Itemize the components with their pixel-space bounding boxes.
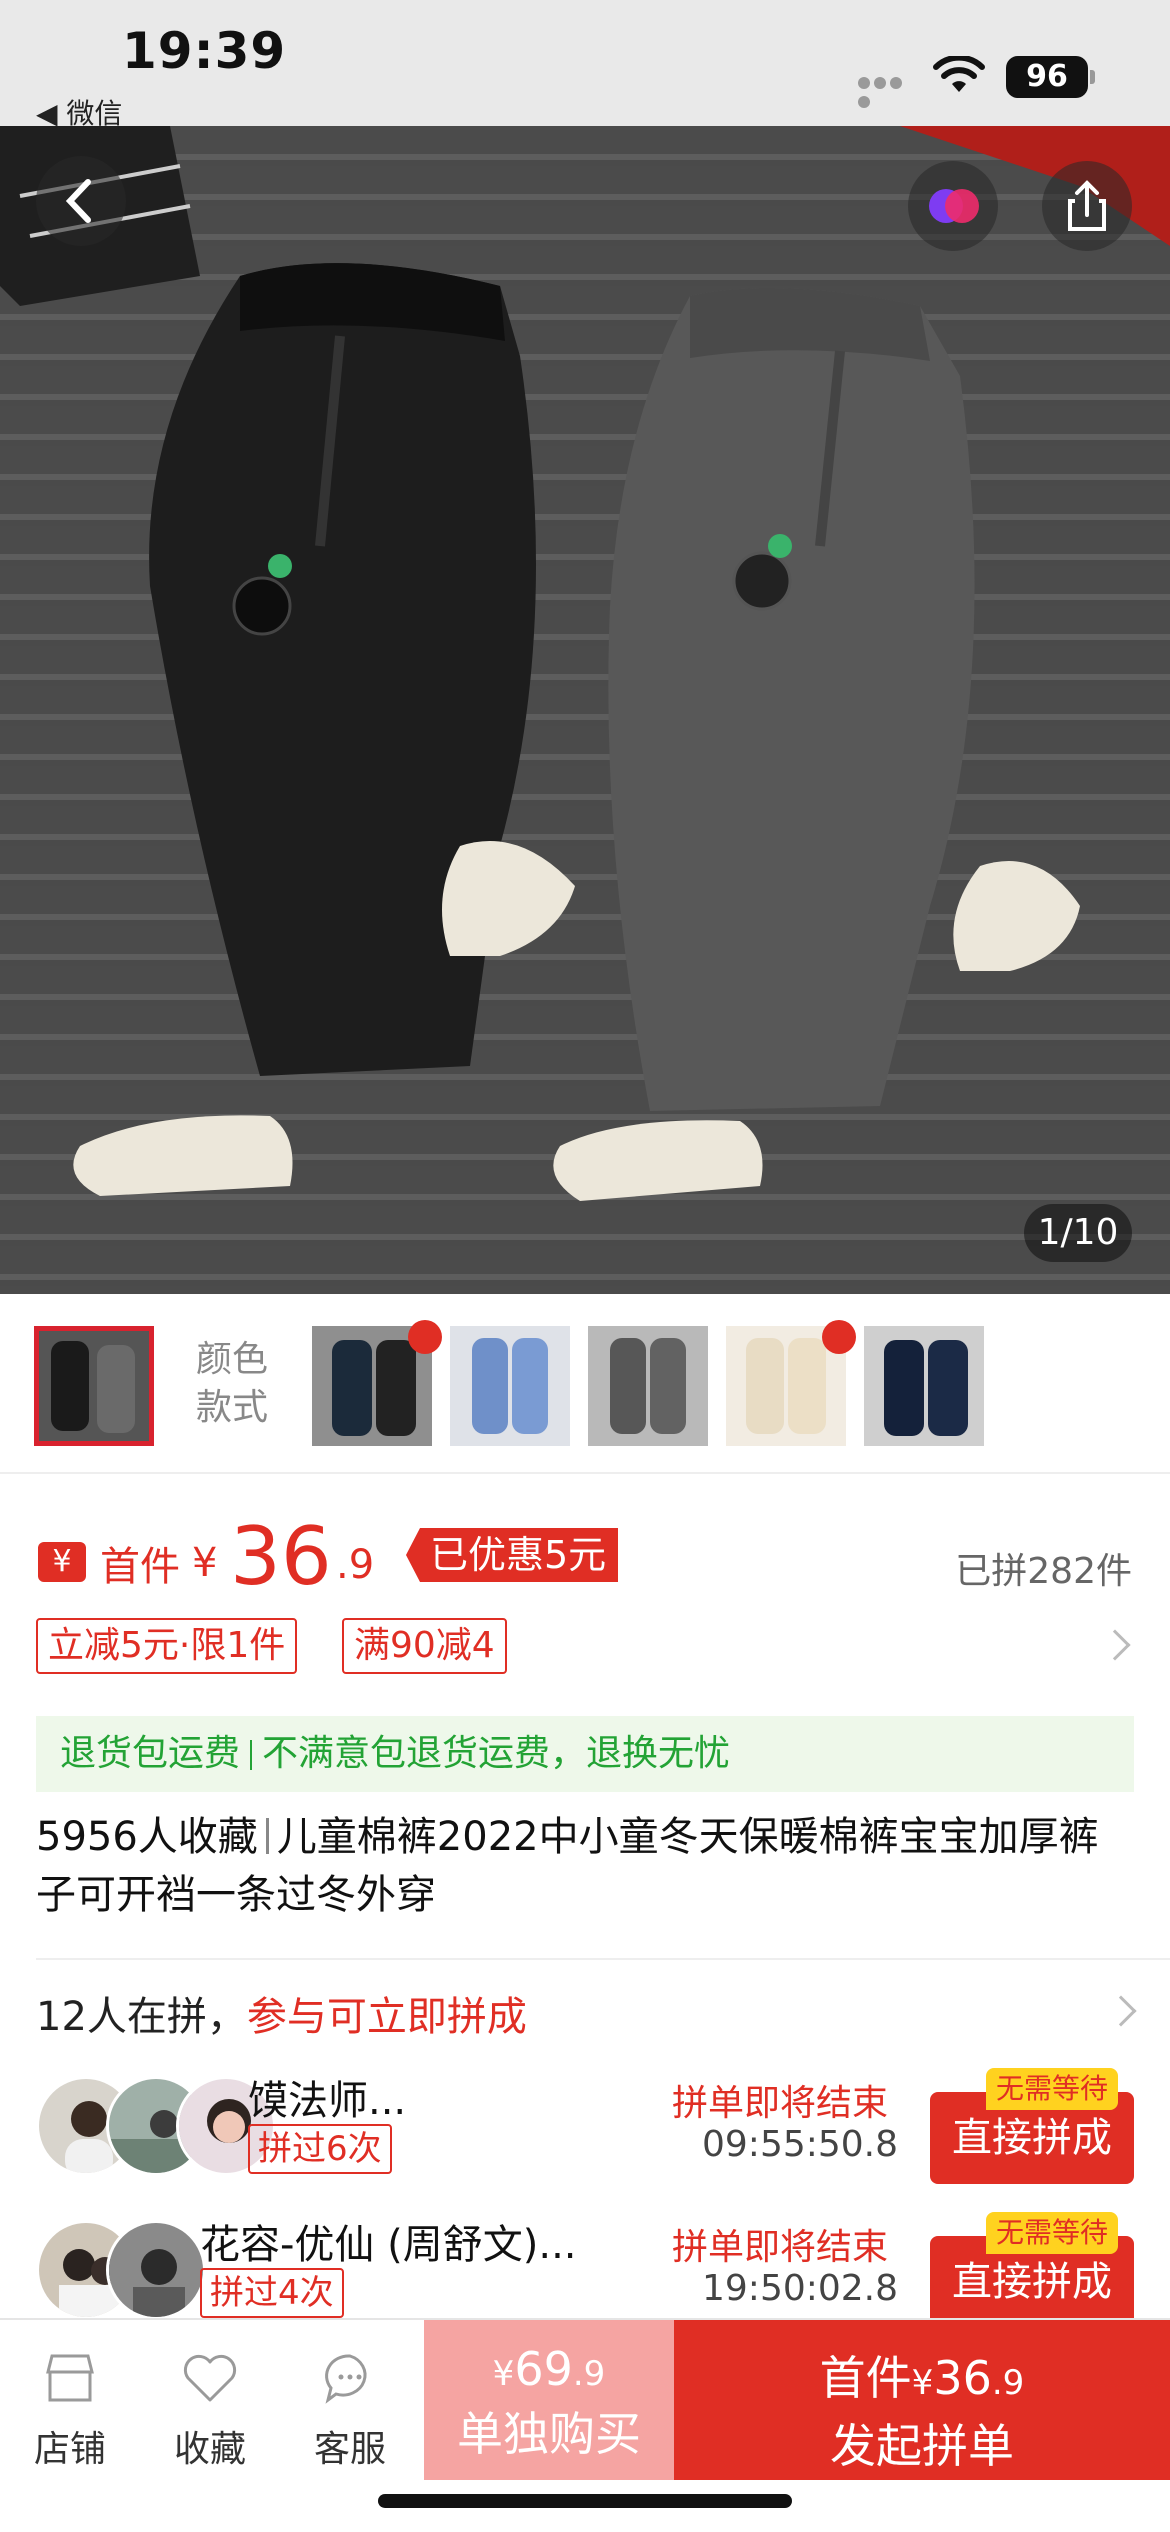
group-row: 馍法师... 拼过6次 拼单即将结束 09:55:50.8 直接拼成 无需等待 (36, 2064, 1134, 2184)
color-swatch-icon (929, 189, 979, 223)
product-image-carousel[interactable]: 1/10 (0, 126, 1170, 1294)
group-times-badge: 拼过6次 (248, 2124, 392, 2174)
returns-guarantee-label: 不满意包退货运费，退换无忧 (262, 1733, 731, 1774)
coupon-tag[interactable]: 立减5元·限1件 (36, 1618, 298, 1674)
battery-tip (1090, 70, 1095, 84)
title-divider (265, 1818, 269, 1854)
thumbnail-variant[interactable] (864, 1326, 984, 1446)
discount-badge: 已优惠5元 (406, 1528, 619, 1582)
color-swatch-button[interactable] (908, 161, 998, 251)
product-photo (0, 126, 1170, 1201)
solo-price: ¥69.9 (492, 2342, 606, 2396)
signal-dots-icon (858, 74, 920, 108)
variant-label: 颜色 款式 (196, 1339, 269, 1428)
heart-icon (183, 2354, 237, 2402)
status-time: 19:39 (122, 22, 287, 80)
coupon-tag[interactable]: 满90减4 (342, 1618, 507, 1674)
price-currency: ¥ (192, 1540, 218, 1586)
group-ending-label: 拼单即将结束 (672, 2083, 889, 2124)
returns-banner[interactable]: 退货包运费 不满意包退货运费，退换无忧 (36, 1716, 1134, 1792)
status-bar: 19:39 ◀ 微信 96 (0, 0, 1170, 130)
thumbnail-selected[interactable] (34, 1326, 154, 1446)
variant-thumbnails: 颜色 款式 (0, 1294, 1170, 1474)
store-button[interactable]: 店铺 (10, 2350, 130, 2472)
price-first-label: 首件 (100, 1544, 180, 1590)
group-countdown: 19:50:02.8 (702, 2268, 899, 2309)
back-to-app-link[interactable]: ◀ 微信 (36, 92, 122, 132)
home-indicator (378, 2494, 792, 2508)
back-arrow-icon (65, 179, 91, 223)
group-times-badge: 拼过4次 (200, 2268, 344, 2318)
thumbnail-variant[interactable] (450, 1326, 570, 1446)
battery-indicator: 96 (1006, 56, 1088, 98)
chat-icon (325, 2354, 367, 2404)
chevron-right-icon (1105, 1995, 1137, 2027)
product-title: 5956人收藏 儿童棉裤2022中小童冬天保暖棉裤宝宝加厚裤子可开裆一条过冬外穿 (36, 1808, 1136, 1924)
avatar-stack (36, 2076, 276, 2176)
customer-service-label: 客服 (313, 2429, 386, 2470)
customer-service-button[interactable]: 客服 (290, 2350, 410, 2472)
group-ending-label: 拼单即将结束 (672, 2227, 889, 2268)
start-group-label: 发起拼单 (830, 2419, 1014, 2473)
start-group-button[interactable]: 首件¥36.9 发起拼单 (674, 2320, 1170, 2480)
sold-count: 已拼282件 (955, 1551, 1132, 1592)
buy-alone-label: 单独购买 (457, 2407, 641, 2461)
coupon-yen-icon: ¥ (38, 1542, 86, 1582)
no-wait-tag: 无需等待 (986, 2068, 1119, 2110)
wifi-icon (933, 56, 985, 92)
favorite-button[interactable]: 收藏 (150, 2350, 270, 2472)
price-section: ¥ 首件 ¥ 36 .9 已优惠5元 已拼282件 (36, 1510, 1136, 1603)
favorite-count: 5956人收藏 (36, 1814, 258, 1860)
thumbnail-variant[interactable] (588, 1326, 708, 1446)
returns-divider (250, 1740, 253, 1770)
group-buy-header[interactable]: 12人在拼，参与可立即拼成 (36, 1984, 527, 2042)
fire-icon (408, 1320, 442, 1354)
section-divider (36, 1958, 1170, 1960)
back-button[interactable] (36, 156, 126, 246)
returns-shipping-label: 退货包运费 (60, 1733, 241, 1774)
group-countdown: 09:55:50.8 (702, 2124, 899, 2165)
group-leader-name: 馍法师... (248, 2078, 407, 2124)
group-row: 花容-优仙 (周舒文)... 拼过4次 拼单即将结束 19:50:02.8 直接… (36, 2208, 1134, 2328)
avatar (106, 2220, 206, 2320)
price-decimal: .9 (336, 1542, 375, 1588)
chevron-right-icon (1099, 1629, 1131, 1661)
favorite-label: 收藏 (173, 2429, 246, 2470)
store-label: 店铺 (33, 2429, 106, 2470)
share-button[interactable] (1042, 161, 1132, 251)
group-count: 12人在拼， (36, 1994, 247, 2040)
buy-alone-button[interactable]: ¥69.9 单独购买 (424, 2320, 674, 2480)
store-icon (46, 2354, 94, 2402)
image-counter: 1/10 (1024, 1204, 1132, 1262)
price-integer: 36 (230, 1510, 332, 1603)
group-join-text: 参与可立即拼成 (246, 1994, 527, 2040)
no-wait-tag: 无需等待 (986, 2212, 1119, 2254)
share-icon (1068, 180, 1106, 231)
group-price: 首件¥36.9 (819, 2351, 1025, 2405)
fire-icon (822, 1320, 856, 1354)
coupon-row[interactable]: 立减5元·限1件 满90减4 (36, 1618, 1136, 1676)
group-leader-name: 花容-优仙 (周舒文)... (200, 2222, 577, 2268)
